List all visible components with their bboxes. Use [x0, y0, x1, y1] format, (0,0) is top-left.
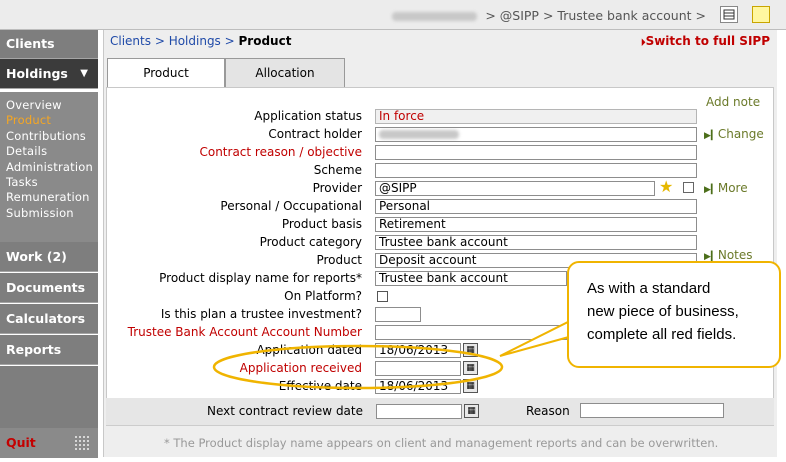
calendar-icon[interactable]: ▦	[463, 361, 478, 375]
breadcrumb-holdings[interactable]: Holdings	[169, 34, 221, 48]
more-link[interactable]: ▶▎More	[704, 181, 748, 195]
label-provider: Provider	[312, 181, 362, 195]
label-product: Product	[316, 253, 362, 267]
label-contract-holder: Contract holder	[268, 127, 362, 141]
display-name-field[interactable]: Trustee bank account	[375, 271, 567, 286]
calculator-icon[interactable]	[720, 6, 738, 23]
label-application-status: Application status	[254, 109, 362, 123]
nav-clients[interactable]: Clients	[0, 30, 98, 59]
label-product-basis: Product basis	[281, 217, 362, 231]
trustee-investment-field[interactable]	[375, 307, 421, 322]
calendar-icon[interactable]: ▦	[463, 343, 478, 357]
nav-holdings[interactable]: Holdings ▼	[0, 59, 98, 89]
breadcrumb-current: Product	[238, 34, 292, 48]
notes-link[interactable]: ▶▎Notes	[704, 248, 753, 262]
top-bar: > @SIPP > Trustee bank account >	[0, 0, 786, 30]
label-display-name: Product display name for reports*	[159, 271, 362, 285]
effective-date-field[interactable]: 18/06/2013	[375, 379, 461, 394]
label-product-category: Product category	[259, 235, 362, 249]
next-review-date-field[interactable]	[376, 404, 462, 419]
grid-icon	[74, 435, 90, 451]
top-breadcrumb: > @SIPP > Trustee bank account >	[392, 8, 706, 23]
label-next-review-date: Next contract review date	[207, 404, 363, 418]
application-status-field: In force	[375, 109, 697, 124]
change-link[interactable]: ▶▎Change	[704, 127, 764, 141]
add-note-link[interactable]: Add note	[706, 95, 760, 109]
callout-box: As with a standard new piece of business…	[567, 261, 781, 368]
blurred-client-name	[392, 12, 478, 21]
label-contract-reason: Contract reason / objective	[199, 145, 362, 159]
breadcrumb: Clients > Holdings > Product	[110, 34, 292, 48]
tab-allocation[interactable]: Allocation	[225, 58, 345, 87]
label-reason: Reason	[526, 404, 570, 418]
calendar-icon[interactable]: ▦	[463, 379, 478, 393]
callout-line-2: new piece of business,	[587, 303, 739, 320]
personal-occupational-field[interactable]: Personal	[375, 199, 697, 214]
label-scheme: Scheme	[313, 163, 362, 177]
calendar-icon[interactable]: ▦	[464, 404, 479, 418]
review-row: Next contract review date ▦ Reason	[106, 398, 774, 426]
trustee-bank-account-field[interactable]	[375, 325, 567, 340]
chevron-down-icon[interactable]: ▼	[80, 59, 88, 89]
contract-holder-field[interactable]	[375, 127, 697, 142]
breadcrumb-clients[interactable]: Clients	[110, 34, 151, 48]
contract-reason-field[interactable]	[375, 145, 697, 160]
callout-line-3: complete all red fields.	[587, 326, 737, 343]
label-application-received: Application received	[239, 361, 362, 375]
product-category-field[interactable]: Trustee bank account	[375, 235, 697, 250]
product-basis-field[interactable]: Retirement	[375, 217, 697, 232]
label-personal-occupational: Personal / Occupational	[220, 199, 362, 213]
sticky-note-icon[interactable]	[752, 6, 770, 23]
label-trustee-investment: Is this plan a trustee investment?	[160, 307, 362, 321]
scheme-field[interactable]	[375, 163, 697, 178]
application-dated-field[interactable]: 18/06/2013	[375, 343, 461, 358]
application-received-field[interactable]	[375, 361, 461, 376]
main-panel: Clients > Holdings > Product ⏵Switch to …	[103, 30, 777, 457]
on-platform-checkbox[interactable]	[377, 291, 388, 302]
star-icon[interactable]: ★	[659, 177, 673, 196]
callout-line-1: As with a standard	[587, 280, 711, 297]
tab-product[interactable]: Product	[107, 58, 225, 87]
label-on-platform: On Platform?	[284, 289, 362, 303]
provider-checkbox[interactable]	[683, 182, 694, 193]
label-trustee-bank-account: Trustee Bank Account Account Number	[127, 325, 362, 339]
label-effective-date: Effective date	[278, 379, 362, 393]
blurred-holder-name	[379, 130, 459, 139]
footnote: * The Product display name appears on cl…	[164, 436, 719, 450]
label-application-dated: Application dated	[256, 343, 362, 357]
reason-field[interactable]	[580, 403, 724, 418]
switch-to-full-sipp-link[interactable]: ⏵Switch to full SIPP	[641, 34, 770, 48]
quit-button[interactable]: Quit	[0, 428, 98, 458]
provider-field[interactable]: @SIPP	[375, 181, 655, 196]
